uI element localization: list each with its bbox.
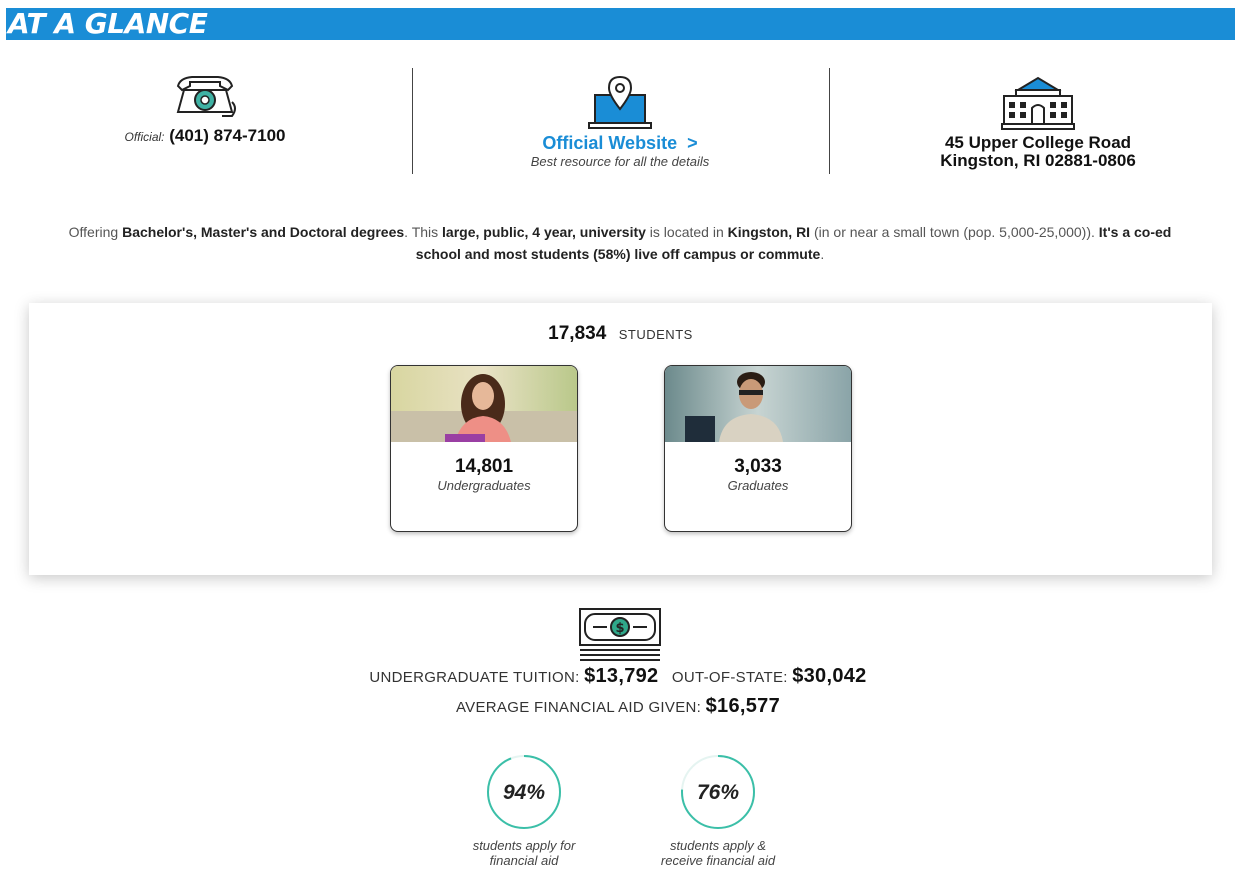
undergraduate-label: Undergraduates (437, 478, 531, 493)
aid-stat-apply: 94% students apply for financial aid (454, 752, 594, 868)
aid-percent: 76% (697, 781, 739, 804)
university-building-icon (1001, 76, 1075, 130)
aid-percent: 94% (503, 781, 545, 804)
financial-aid-line: AVERAGE FINANCIAL AID GIVEN: $16,577 (0, 695, 1236, 718)
desc-text: is located in (645, 224, 728, 240)
desc-degrees: Bachelor's, Master's and Doctoral degree… (122, 224, 405, 240)
desc-type: large, public, 4 year, university (442, 224, 646, 240)
aid-caption: students apply for financial aid (472, 838, 576, 868)
desc-text: . (820, 246, 825, 262)
desc-text: Offering (68, 224, 123, 240)
tuition-line: UNDERGRADUATE TUITION: $13,792 OUT-OF-ST… (0, 665, 1236, 688)
graduate-student-photo (665, 366, 851, 442)
address-section: 45 Upper College Road Kingston, RI 02881… (925, 76, 1151, 170)
undergraduate-tuition-label: UNDERGRADUATE TUITION: (369, 669, 580, 686)
undergraduate-tuition-amount: $13,792 (584, 665, 659, 687)
progress-ring: 94% (487, 755, 561, 829)
official-website-label: Official Website (542, 133, 678, 153)
telephone-icon (176, 76, 236, 117)
money-bill-icon: $ (579, 608, 661, 661)
desc-location: Kingston, RI (727, 224, 811, 240)
undergraduates-card: 14,801 Undergraduates (390, 365, 578, 532)
svg-text:$: $ (615, 621, 624, 636)
average-aid-amount: $16,577 (705, 695, 780, 717)
graduate-count: 3,033 (734, 456, 782, 477)
graduates-card: 3,033 Graduates (664, 365, 852, 532)
students-total: 17,834 STUDENTS (29, 323, 1212, 345)
undergraduate-student-photo (391, 366, 577, 442)
school-description: Offering Bachelor's, Master's and Doctor… (60, 221, 1180, 265)
website-section: Official Website > Best resource for all… (515, 75, 725, 169)
average-aid-label: AVERAGE FINANCIAL AID GIVEN: (455, 699, 702, 716)
progress-ring: 76% (681, 755, 755, 829)
divider (412, 68, 413, 174)
divider (829, 68, 830, 174)
phone-section: Official: (401) 874-7100 (110, 72, 300, 146)
graduate-label: Graduates (727, 478, 789, 493)
desc-text: . This (404, 224, 443, 240)
desc-text: (in or near a small town (pop. 5,000-25,… (810, 224, 1099, 240)
students-total-count: 17,834 (548, 323, 607, 344)
address-line-2: Kingston, RI 02881-0806 (940, 151, 1136, 170)
students-total-label: STUDENTS (618, 327, 693, 342)
phone-number: (401) 874-7100 (169, 126, 286, 145)
chevron-right-icon: > (687, 133, 698, 153)
address-line-1: 45 Upper College Road (944, 133, 1132, 152)
out-of-state-amount: $30,042 (792, 665, 867, 687)
students-panel: 17,834 STUDENTS 14,801 Undergraduates 3,… (29, 303, 1212, 575)
undergraduate-count: 14,801 (454, 456, 514, 477)
aid-stat-receive: 76% students apply & receive financial a… (648, 752, 788, 868)
phone-label: Official: (124, 130, 165, 144)
header-bar: AT A GLANCE (6, 8, 1235, 40)
out-of-state-label: OUT-OF-STATE: (671, 669, 788, 686)
page-title: AT A GLANCE (8, 7, 208, 40)
official-website-link[interactable]: Official Website > (515, 133, 725, 154)
laptop-location-icon (588, 75, 652, 129)
website-subtitle: Best resource for all the details (530, 154, 710, 169)
aid-caption: students apply & receive financial aid (660, 838, 776, 868)
